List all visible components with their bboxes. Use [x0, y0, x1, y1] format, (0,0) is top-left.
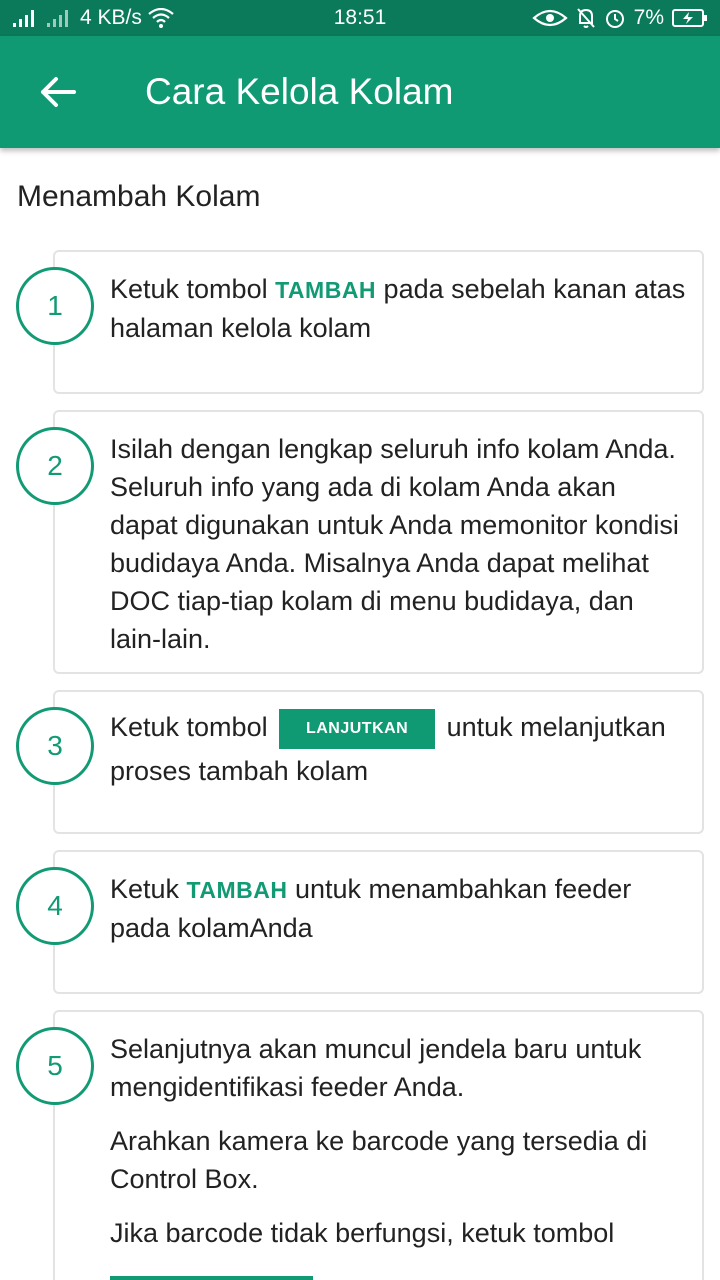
app-bar: Cara Kelola Kolam: [0, 36, 720, 148]
bell-off-icon: [576, 7, 596, 29]
step-number-badge: 2: [16, 427, 94, 505]
step-text: Ketuk tombol LANJUTKAN untuk melanjutkan…: [110, 705, 690, 793]
clock: 18:51: [333, 6, 387, 29]
step-paragraph: Arahkan kamera ke barcode yang tersedia …: [110, 1126, 648, 1194]
content-scroll[interactable]: Menambah Kolam 1 Ketuk tombol TAMBAH pad…: [0, 148, 720, 1280]
network-speed: 4 KB/s: [80, 6, 142, 29]
progress-underline: [110, 1276, 313, 1280]
step-text: Selanjutnya akan muncul jendela baru unt…: [110, 1030, 690, 1252]
arrow-left-icon: [40, 76, 76, 113]
step-number-badge: 4: [16, 867, 94, 945]
step-text: Ketuk TAMBAH untuk menambahkan feeder pa…: [110, 870, 690, 947]
signal-icon: [46, 8, 74, 28]
step-text-part: Ketuk tombol: [110, 274, 276, 304]
status-left: 4 KB/s: [12, 0, 174, 36]
alarm-icon: [604, 7, 626, 29]
step-text: Isilah dengan lengkap seluruh info kolam…: [110, 434, 679, 654]
step-text-part: Ketuk tombol: [110, 712, 276, 742]
lanjutkan-button-sample: LANJUTKAN: [279, 708, 436, 749]
battery-percent: 7%: [633, 6, 664, 29]
tambah-label: TAMBAH: [275, 277, 377, 303]
step-paragraph: Jika barcode tidak berfungsi, ketuk tomb…: [110, 1218, 615, 1248]
step-text: Ketuk tombol TAMBAH pada sebelah kanan a…: [110, 270, 690, 347]
status-right: 7%: [531, 0, 708, 36]
step-number-badge: 5: [16, 1027, 94, 1105]
eye-icon: [531, 8, 568, 28]
wifi-icon: [148, 8, 174, 28]
page-title: Cara Kelola Kolam: [145, 71, 454, 112]
back-button[interactable]: [36, 72, 80, 116]
tambah-label: TAMBAH: [186, 877, 288, 903]
status-bar: 4 KB/s 18:51 7%: [0, 0, 720, 36]
signal-icon: [12, 8, 40, 28]
battery-charging-icon: [672, 8, 708, 28]
step-number-badge: 3: [16, 707, 94, 785]
step-paragraph: Selanjutnya akan muncul jendela baru unt…: [110, 1034, 642, 1102]
section-title: Menambah Kolam: [17, 180, 261, 213]
step-number-badge: 1: [16, 267, 94, 345]
step-text-part: Ketuk: [110, 874, 187, 904]
